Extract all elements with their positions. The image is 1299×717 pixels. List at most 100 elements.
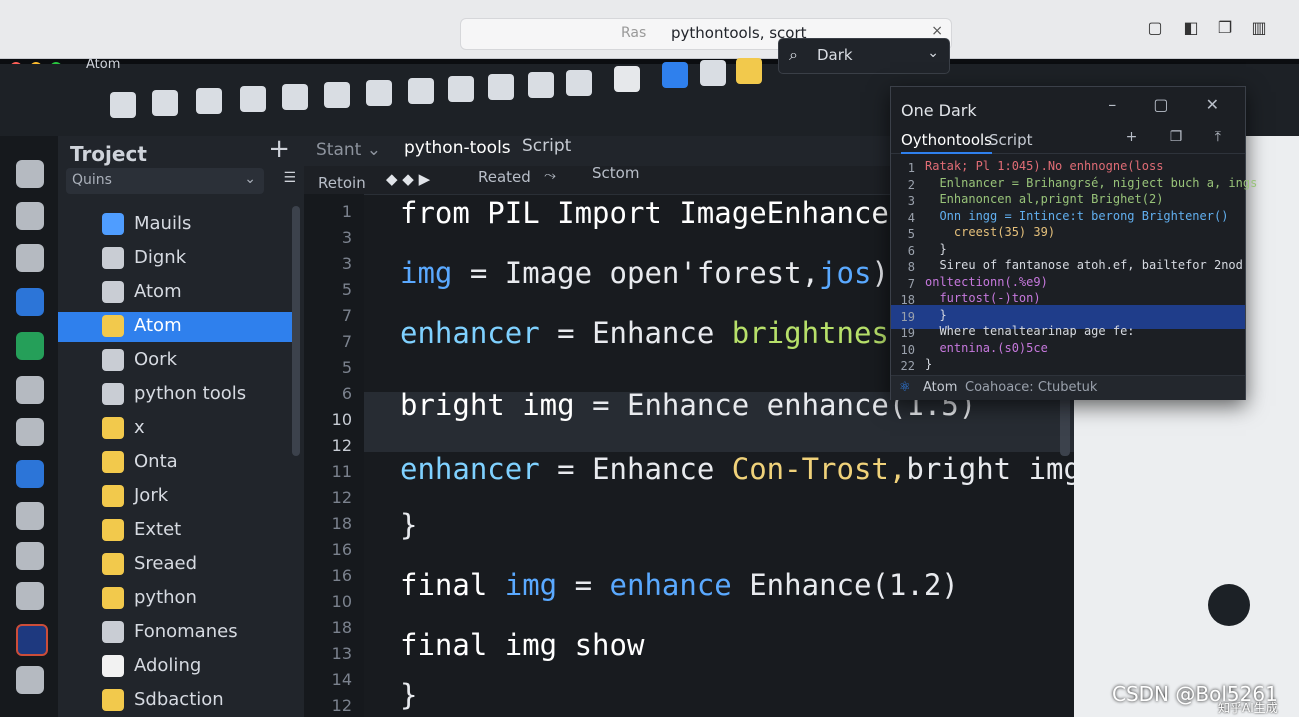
- tree-item[interactable]: Fonomanes: [58, 618, 293, 648]
- activity-rail: [0, 136, 58, 717]
- tree-item[interactable]: Mauils: [58, 210, 293, 240]
- tree-item[interactable]: Atom: [58, 278, 293, 308]
- panel-tab-icons[interactable]: + ❐ ⤒: [1126, 129, 1235, 145]
- tree-item[interactable]: Adoling: [58, 652, 293, 682]
- tag-icon[interactable]: [240, 86, 266, 112]
- share-icon[interactable]: [488, 74, 514, 100]
- calendar-icon[interactable]: [448, 76, 474, 102]
- tree-item-label: x: [134, 417, 145, 438]
- pin-icon[interactable]: [662, 62, 688, 88]
- back-icon[interactable]: [110, 92, 136, 118]
- add-icon[interactable]: +: [268, 134, 290, 164]
- line-number: 3: [341, 228, 352, 247]
- code-token: enhance: [609, 568, 732, 602]
- folder-icon: [102, 417, 124, 439]
- theme-select[interactable]: ⌕ Dark ⌄: [778, 38, 950, 74]
- project-scrollbar[interactable]: [292, 206, 300, 456]
- code-line: enhancer = Enhance Con-Trost,bright imgs: [400, 452, 1098, 486]
- chart-icon[interactable]: [16, 624, 48, 656]
- gear-icon[interactable]: [16, 582, 44, 610]
- tree-item[interactable]: Oork: [58, 346, 293, 376]
- tree-item[interactable]: python: [58, 584, 293, 614]
- copy-icon[interactable]: ❐: [1212, 18, 1238, 40]
- tree-item[interactable]: Extet: [58, 516, 293, 546]
- puzzle-icon[interactable]: [16, 502, 44, 530]
- sctom-button[interactable]: Sctom: [592, 164, 639, 182]
- panel-code-line: Sireu of fantanose atoh.ef, bailtefor 2n…: [925, 258, 1243, 272]
- editor-scrollbar[interactable]: [1060, 396, 1070, 456]
- tree-item[interactable]: x: [58, 414, 293, 444]
- code-token: Con-Trost,: [731, 452, 907, 486]
- tree-item-label: Adoling: [134, 655, 202, 676]
- layers-icon[interactable]: [566, 70, 592, 96]
- user-icon[interactable]: [324, 82, 350, 108]
- panel-window-controls[interactable]: – ▢ ✕: [1108, 95, 1235, 114]
- line-number: 12: [331, 696, 352, 715]
- terminal-icon[interactable]: [16, 666, 44, 694]
- download-icon[interactable]: [16, 460, 44, 488]
- tree-item[interactable]: Jork: [58, 482, 293, 512]
- tree-item[interactable]: Sreaed: [58, 550, 293, 580]
- panel-code-line: onltectionn(.%e9): [925, 274, 1048, 289]
- settings-icon[interactable]: [16, 202, 44, 230]
- folder-icon: [102, 621, 124, 643]
- folder-icon: [102, 485, 124, 507]
- tab-script[interactable]: Script: [522, 136, 571, 166]
- line-number: 18: [331, 514, 352, 533]
- extension-icon[interactable]: [736, 58, 762, 84]
- package-icon[interactable]: [700, 60, 726, 86]
- tree-item[interactable]: python tools: [58, 380, 293, 410]
- close-icon[interactable]: ×: [931, 23, 943, 39]
- panel-tab-script[interactable]: Script: [989, 131, 1033, 149]
- code-token: final img show: [400, 628, 645, 662]
- panel-line-number: 2: [907, 177, 915, 192]
- sync-icon[interactable]: [16, 288, 44, 316]
- folder-icon: [102, 247, 124, 269]
- arrow-icons[interactable]: ◆ ◆ ▶: [386, 170, 430, 188]
- reated-button[interactable]: Reated: [478, 168, 531, 186]
- grid-icon[interactable]: [366, 80, 392, 106]
- search-icon[interactable]: [16, 542, 44, 570]
- tree-item-label: Atom: [134, 281, 182, 302]
- filter-icon[interactable]: ☰: [283, 170, 296, 186]
- panel-line-number: 5: [907, 227, 915, 241]
- panel-code-line: Onn ingg = Intince:t berong Brightener(): [925, 208, 1229, 223]
- bookmark-icon[interactable]: ◧: [1178, 18, 1204, 40]
- code-token: enhancer: [400, 316, 540, 350]
- line-number: 12: [331, 436, 352, 455]
- project-filter-select[interactable]: Quins ⌄: [66, 168, 264, 194]
- image-icon[interactable]: [408, 78, 434, 104]
- line-number: 14: [331, 670, 352, 689]
- upload-icon[interactable]: [16, 160, 44, 188]
- sidebar-icon[interactable]: ▥: [1246, 18, 1272, 40]
- tree-item[interactable]: Sdbaction: [58, 686, 293, 716]
- notification-icon[interactable]: [614, 66, 640, 92]
- watermark-sub: 知乎AI生成: [1218, 701, 1278, 715]
- share-icon[interactable]: ▢: [1142, 18, 1168, 40]
- folder-icon: [102, 281, 124, 303]
- git-icon[interactable]: [196, 88, 222, 114]
- retoin-button[interactable]: Retoin: [318, 174, 366, 192]
- document-icon[interactable]: [16, 244, 44, 272]
- window-icon[interactable]: [16, 418, 44, 446]
- tree-item[interactable]: Onta: [58, 448, 293, 478]
- code-line: final img show: [400, 628, 644, 662]
- panel-tab-oythontools[interactable]: Oythontools: [901, 131, 992, 154]
- notes-icon[interactable]: [528, 72, 554, 98]
- pen-icon[interactable]: [16, 376, 44, 404]
- project-filter-value: Quins: [72, 172, 112, 188]
- floating-action-button[interactable]: [1208, 584, 1250, 626]
- line-number: 12: [331, 488, 352, 507]
- panel-code-line: }: [925, 307, 947, 322]
- panel-line-number: 18: [900, 293, 915, 307]
- panel-tabs: Oythontools Script + ❐ ⤒: [891, 127, 1245, 154]
- tree-item[interactable]: Dignk: [58, 244, 293, 274]
- search-icon[interactable]: [282, 84, 308, 110]
- tab-python-tools[interactable]: python-tools: [404, 138, 511, 168]
- book-icon[interactable]: [16, 332, 44, 360]
- line-number: 10: [331, 410, 352, 429]
- panel-line-number: 6: [907, 243, 915, 258]
- file-icon[interactable]: [152, 90, 178, 116]
- tree-item[interactable]: Atom: [58, 312, 293, 342]
- branch-icon[interactable]: ⤳: [544, 166, 556, 184]
